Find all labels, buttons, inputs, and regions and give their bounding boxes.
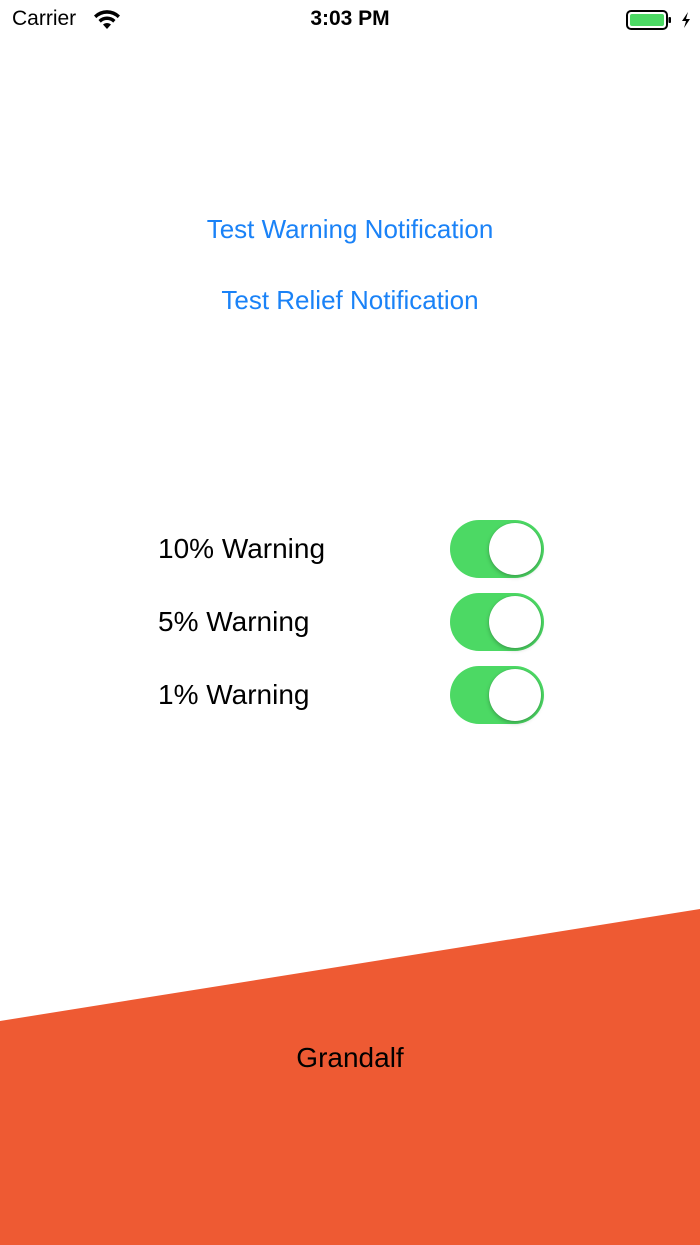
app-screen: Carrier 3:03 PM Test Warning Notificatio…: [0, 0, 700, 1245]
warning-5-percent-switch[interactable]: [450, 593, 544, 651]
test-relief-notification-button[interactable]: Test Relief Notification: [0, 285, 700, 316]
warning-10-percent-switch[interactable]: [450, 520, 544, 578]
warning-1-percent-switch[interactable]: [450, 666, 544, 724]
footer-banner: [0, 909, 700, 1245]
toggle-row-1-percent: 1% Warning: [158, 666, 548, 726]
toggle-label: 1% Warning: [158, 679, 310, 710]
toggle-label: 10% Warning: [158, 533, 326, 564]
battery-full-icon: [626, 10, 671, 30]
toggle-row-5-percent: 5% Warning: [158, 593, 548, 653]
status-bar: Carrier 3:03 PM: [0, 0, 700, 40]
switch-knob: [489, 596, 541, 648]
test-warning-notification-button[interactable]: Test Warning Notification: [0, 214, 700, 245]
toggle-label: 5% Warning: [158, 606, 310, 637]
app-name-label: Grandalf: [296, 1042, 404, 1073]
status-time: 3:03 PM: [310, 7, 390, 30]
charging-bolt-icon: [682, 12, 690, 28]
switch-knob: [489, 523, 541, 575]
toggle-row-10-percent: 10% Warning: [158, 520, 548, 580]
switch-knob: [489, 669, 541, 721]
